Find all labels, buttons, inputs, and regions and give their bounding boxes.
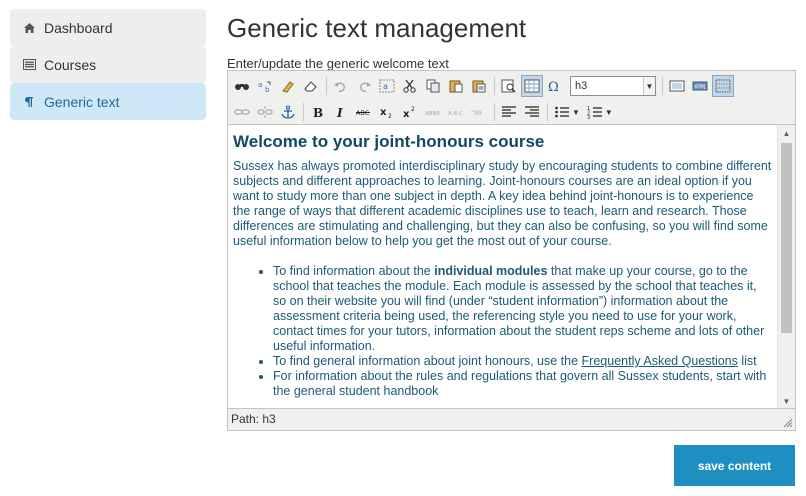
list-item-text: To find general information about joint … (273, 354, 582, 368)
toolbar-separator (494, 103, 495, 121)
scroll-up-icon[interactable]: ▲ (778, 125, 795, 141)
bold-icon[interactable]: B (307, 101, 329, 123)
svg-text:a: a (258, 81, 262, 89)
content-heading: Welcome to your joint-honours course (233, 132, 545, 151)
svg-text:a: a (383, 82, 388, 91)
svg-text:HTML: HTML (695, 85, 707, 91)
sidebar-nav: Dashboard Courses Generic text (10, 9, 206, 120)
home-icon (22, 21, 36, 35)
clean-up-icon[interactable] (277, 75, 299, 97)
save-content-button[interactable]: save content (674, 445, 795, 486)
paste-text-icon[interactable] (468, 75, 490, 97)
editor-content-area[interactable]: Welcome to your joint-honours course Sus… (228, 125, 777, 409)
acronym-icon[interactable]: A.B.C (445, 101, 467, 123)
svg-text:2: 2 (411, 106, 415, 113)
numbered-list-icon[interactable]: 123 (584, 101, 606, 123)
toolbar-separator (662, 77, 663, 95)
quote-icon[interactable]: “99 (468, 101, 490, 123)
editor-toolbar: ab a Ω h3 ▼ HTML B I x 2 x 2 ABBR A.B.C … (228, 71, 795, 125)
subscript-icon[interactable]: x2 (376, 101, 398, 123)
copy-icon[interactable] (422, 75, 444, 97)
svg-text:Ω: Ω (548, 80, 559, 93)
sidebar-item-label: Generic text (44, 93, 120, 110)
html-source-icon[interactable]: HTML (689, 75, 711, 97)
cut-icon[interactable] (399, 75, 421, 97)
preview-icon[interactable] (498, 75, 520, 97)
content-paragraph: Sussex has always promoted interdiscipli… (233, 159, 772, 248)
anchor-icon[interactable] (277, 101, 299, 123)
resize-handle-icon[interactable] (783, 418, 793, 428)
replace-icon[interactable]: ab (254, 75, 276, 97)
chevron-down-icon[interactable]: ▼ (605, 108, 613, 117)
special-character-icon[interactable]: Ω (544, 75, 566, 97)
element-path: Path: h3 (231, 412, 276, 426)
list-item: To find information about the individual… (273, 264, 772, 354)
format-select[interactable]: h3 ▼ (570, 76, 656, 96)
faq-link[interactable]: Frequently Asked Questions (582, 354, 738, 368)
sidebar-item-generic-text[interactable]: Generic text (10, 83, 206, 120)
undo-icon[interactable] (330, 75, 352, 97)
list-item: For information about the rules and regu… (273, 369, 772, 399)
find-icon[interactable] (231, 75, 253, 97)
eraser-icon[interactable] (300, 75, 322, 97)
list-item: To find general information about joint … (273, 354, 772, 369)
fullscreen-icon[interactable] (666, 75, 688, 97)
main-content: Generic text management Enter/update the… (227, 0, 797, 431)
svg-text:x: x (380, 107, 387, 118)
format-select-value: h3 (575, 80, 588, 92)
svg-text:x: x (403, 109, 410, 119)
chevron-down-icon: ▼ (643, 77, 655, 95)
bullet-list-icon[interactable] (551, 101, 573, 123)
list-icon (22, 58, 36, 72)
unlink-icon[interactable] (254, 101, 276, 123)
visual-aid-icon[interactable] (712, 75, 734, 97)
sidebar-item-label: Dashboard (44, 19, 113, 36)
align-left-icon[interactable] (498, 101, 520, 123)
italic-icon[interactable]: I (330, 101, 352, 123)
svg-text:A.B.C: A.B.C (448, 111, 463, 117)
page-title: Generic text management (227, 13, 527, 43)
svg-text:“99: “99 (471, 110, 482, 117)
chevron-down-icon[interactable]: ▼ (572, 108, 580, 117)
toolbar-separator (326, 77, 327, 95)
sidebar-item-dashboard[interactable]: Dashboard (10, 9, 206, 46)
scroll-down-icon[interactable]: ▼ (778, 393, 795, 409)
redo-icon[interactable] (353, 75, 375, 97)
svg-text:ABBR: ABBR (425, 111, 440, 117)
list-item-bold-text: individual modules (434, 264, 548, 278)
svg-text:I: I (336, 106, 343, 119)
list-item-text: To find information about the (273, 264, 435, 278)
list-item-text: For information about the rules and regu… (273, 369, 767, 398)
strikethrough-icon[interactable]: ABC (353, 101, 375, 123)
pilcrow-icon (22, 95, 36, 109)
svg-text:B: B (313, 106, 323, 119)
scrollbar-thumb[interactable] (781, 143, 792, 333)
list-item-text: list (737, 354, 757, 368)
welcome-text-label: Enter/update the generic welcome text (227, 56, 449, 71)
editor-statusbar: Path: h3 (228, 408, 795, 430)
toolbar-separator (303, 103, 304, 121)
sidebar-item-courses[interactable]: Courses (10, 46, 206, 83)
select-all-icon[interactable]: a (376, 75, 398, 97)
content-bullet-list: To find information about the individual… (273, 264, 772, 399)
superscript-icon[interactable]: x2 (399, 101, 421, 123)
table-icon[interactable] (521, 75, 543, 97)
editor-scrollbar[interactable]: ▲ ▼ (777, 125, 795, 409)
svg-text:b: b (265, 86, 270, 93)
rich-text-editor: ab a Ω h3 ▼ HTML B I x 2 x 2 ABBR A.B.C … (227, 70, 796, 431)
toolbar-separator (547, 103, 548, 121)
svg-text:3: 3 (587, 115, 590, 119)
abbreviation-icon[interactable]: ABBR (422, 101, 444, 123)
link-icon[interactable] (231, 101, 253, 123)
align-right-icon[interactable] (521, 101, 543, 123)
toolbar-separator (494, 77, 495, 95)
paste-icon[interactable] (445, 75, 467, 97)
svg-text:2: 2 (388, 113, 392, 119)
sidebar-item-label: Courses (44, 56, 97, 73)
